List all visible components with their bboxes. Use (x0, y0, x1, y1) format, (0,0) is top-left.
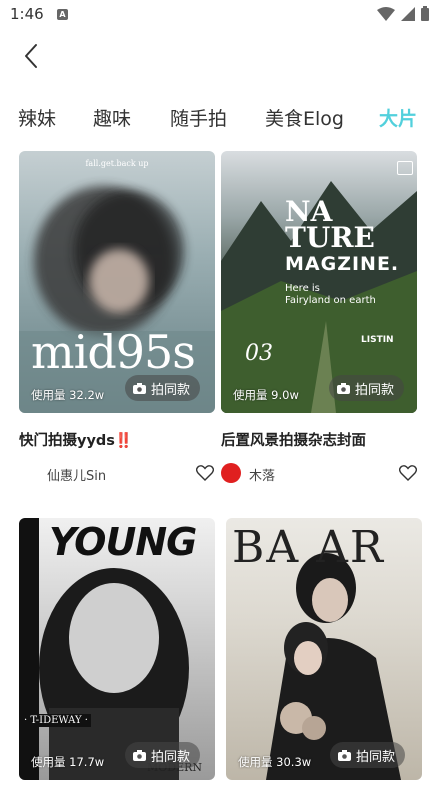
card-image[interactable]: BA AR (226, 518, 422, 780)
camera-icon (338, 749, 351, 761)
avatar[interactable] (221, 463, 241, 483)
image-number: 03 (245, 341, 273, 366)
notification-a-icon: A (57, 9, 68, 20)
card-title: 快门拍摄yyds‼️ (19, 433, 133, 449)
shoot-same-button[interactable]: 拍同款 (125, 742, 201, 768)
image-side-text: LISTIN (361, 335, 394, 345)
status-time: 1:46 (10, 5, 44, 23)
image-subtitle-1: Here is (285, 283, 320, 294)
author-name: 仙惠儿Sin (47, 469, 107, 484)
tab-lamei[interactable]: 辣妹 (18, 104, 56, 131)
template-card[interactable]: fall.get.back up mid95s 使用量 32.2w 拍同款 快门… (19, 151, 215, 491)
shoot-same-label: 拍同款 (355, 382, 395, 398)
wifi-icon (377, 6, 395, 21)
tab-meishi-elog[interactable]: 美食Elog (265, 104, 344, 131)
image-title: YOUNG (49, 520, 197, 564)
tab-quwei[interactable]: 趣味 (93, 104, 131, 131)
image-tag: · T-IDEWAY · (21, 714, 91, 727)
heart-icon[interactable] (196, 465, 214, 481)
shoot-same-label: 拍同款 (356, 749, 396, 765)
template-card[interactable]: YOUNG · T-IDEWAY · MODERN 使用量 17.7w 拍同款 (19, 518, 215, 785)
card-image[interactable]: NA TURE MAGZINE. Here is Fairyland on ea… (221, 151, 417, 413)
shoot-same-label: 拍同款 (151, 382, 191, 398)
usage-count: 使用量 17.7w (31, 755, 105, 769)
usage-count: 使用量 9.0w (233, 388, 299, 402)
camera-icon (133, 749, 146, 761)
camera-icon (337, 382, 350, 394)
image-caption: fall.get.back up (85, 159, 149, 168)
status-bar: 1:46 A (0, 0, 441, 30)
shoot-same-button[interactable]: 拍同款 (330, 742, 406, 768)
heart-icon[interactable] (399, 465, 417, 481)
shoot-same-button[interactable]: 拍同款 (125, 375, 201, 401)
shoot-same-button[interactable]: 拍同款 (329, 375, 405, 401)
card-image[interactable]: YOUNG · T-IDEWAY · MODERN (19, 518, 215, 780)
mountain-landscape-image (221, 181, 417, 413)
image-subtitle-2: Fairyland on earth (285, 295, 376, 306)
image-title-line2: TURE (285, 221, 375, 254)
shoot-same-label: 拍同款 (151, 749, 191, 765)
category-tabs: 辣妹 趣味 随手拍 美食Elog 大片 (0, 100, 441, 134)
usage-count: 使用量 30.3w (238, 755, 312, 769)
back-arrow-icon[interactable] (20, 42, 44, 70)
gallery-icon (397, 161, 413, 175)
card-title: 后置风景拍摄杂志封面 (221, 433, 366, 449)
template-card[interactable]: NA TURE MAGZINE. Here is Fairyland on ea… (221, 151, 417, 491)
system-icons (377, 6, 429, 21)
image-title: BA AR (232, 522, 385, 573)
battery-icon (421, 6, 429, 21)
usage-count: 使用量 32.2w (31, 388, 105, 402)
card-image[interactable]: fall.get.back up mid95s (19, 151, 215, 413)
author-name: 木落 (249, 469, 276, 484)
tab-dapian[interactable]: 大片 (379, 104, 417, 131)
tab-suishoupai[interactable]: 随手拍 (170, 104, 227, 131)
template-card[interactable]: BA AR 使用量 30.3w 拍同款 (226, 518, 422, 785)
image-title-line3: MAGZINE. (285, 253, 400, 275)
camera-icon (133, 382, 146, 394)
signal-icon (401, 6, 415, 21)
image-title: mid95s (31, 325, 196, 379)
